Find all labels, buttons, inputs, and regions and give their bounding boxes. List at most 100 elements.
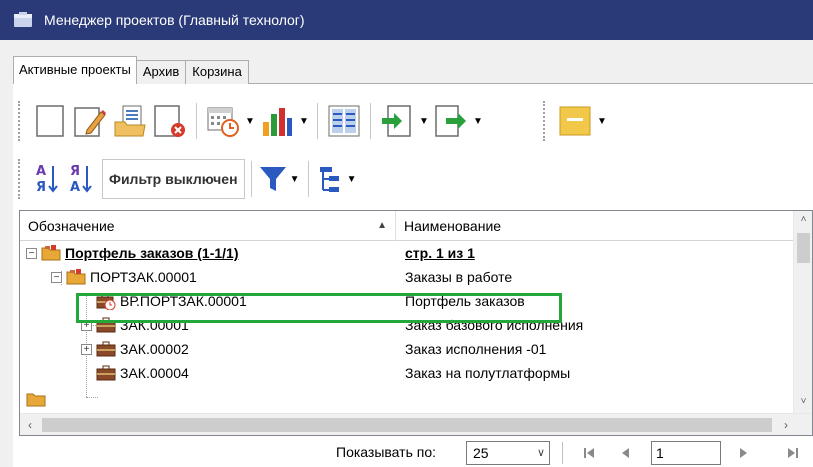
edit-button[interactable] — [70, 101, 110, 141]
scroll-up-icon[interactable]: ˄ — [794, 211, 813, 229]
page-size-value: 25 — [473, 445, 489, 461]
last-page-icon — [788, 448, 798, 458]
bar-chart-icon — [263, 108, 292, 136]
chevron-down-icon: ∨ — [536, 447, 545, 459]
tree-node: ЗАК.00004 — [96, 361, 189, 385]
sort-za-icon: Я A — [70, 164, 92, 195]
column-header-designation[interactable]: Обозначение ▲ — [20, 211, 396, 241]
page-size-label: Показывать по: — [336, 444, 437, 460]
toolbar-grip[interactable] — [543, 101, 547, 141]
schedule-dropdown[interactable]: ▼ — [243, 101, 257, 141]
export-arrow-icon — [435, 105, 466, 137]
first-page-icon — [584, 448, 594, 458]
toolbar-separator — [370, 103, 371, 139]
last-page-button[interactable] — [782, 442, 804, 464]
cell-designation — [20, 385, 396, 409]
toolbar-grip[interactable] — [18, 101, 22, 141]
next-page-icon — [740, 448, 747, 458]
title-bar: Менеджер проектов (Главный технолог) — [0, 0, 813, 40]
pager-separator — [562, 442, 563, 464]
svg-text:A: A — [70, 180, 80, 195]
row-name: Заказ исполнения -01 — [405, 341, 547, 357]
page-number-input[interactable]: 1 — [651, 441, 721, 465]
row-designation: ЗАК.00004 — [120, 365, 189, 381]
table-row[interactable]: ЗАК.00004 Заказ на полутлатформы — [20, 361, 794, 385]
next-page-button[interactable] — [733, 442, 755, 464]
import-dropdown[interactable]: ▼ — [417, 101, 431, 141]
previous-page-button[interactable] — [614, 442, 636, 464]
collapse-toggle[interactable]: − — [26, 247, 37, 259]
filter-dropdown[interactable]: ▼ — [288, 159, 302, 199]
row-designation: ПОРТЗАК.00001 — [90, 269, 197, 285]
archive-button[interactable] — [555, 101, 595, 141]
table-row[interactable]: − ПОРТЗАК.00001 Заказы в работе — [20, 265, 794, 289]
cell-designation: ЗАК.00004 — [20, 361, 396, 385]
column-header-name[interactable]: Наименование — [396, 211, 794, 241]
portfolio-folder-icon — [41, 245, 61, 261]
filter-status-label[interactable]: Фильтр выключен — [102, 159, 245, 199]
portfolio-folder-icon — [66, 269, 86, 285]
tab-archive[interactable]: Архив — [135, 60, 187, 84]
columns-button[interactable] — [324, 101, 364, 141]
sort-az-icon: A Я — [36, 164, 58, 195]
horizontal-scroll-thumb[interactable] — [42, 418, 772, 432]
toolbar-separator — [307, 161, 309, 197]
sort-descending-button[interactable]: Я A — [64, 159, 98, 199]
cell-designation: − Портфель заказов (1-1/1) — [20, 241, 396, 265]
horizontal-scrollbar[interactable]: ‹ › — [20, 413, 812, 435]
page-size-select[interactable]: 25 ∨ — [466, 441, 550, 465]
vertical-scroll-thumb[interactable] — [797, 233, 810, 263]
scroll-left-icon[interactable]: ‹ — [20, 414, 40, 436]
tab-strip: Активные проекты Архив Корзина — [13, 56, 249, 84]
import-arrow-icon — [382, 105, 411, 137]
chart-dropdown[interactable]: ▼ — [297, 101, 311, 141]
open-folder-button[interactable] — [110, 101, 150, 141]
import-button[interactable] — [377, 101, 417, 141]
schedule-button[interactable] — [203, 101, 243, 141]
sort-ascending-indicator-icon: ▲ — [377, 220, 387, 231]
tab-active-projects[interactable]: Активные проекты — [13, 56, 137, 84]
export-dropdown[interactable]: ▼ — [471, 101, 485, 141]
edit-pencil-icon — [74, 107, 106, 137]
scroll-down-icon[interactable]: ˅ — [794, 393, 813, 411]
toolbar-separator — [317, 103, 318, 139]
archive-box-icon — [559, 106, 591, 136]
new-document-button[interactable] — [30, 101, 70, 141]
tree-view-dropdown[interactable]: ▼ — [345, 159, 359, 199]
folder-document-icon — [114, 105, 146, 137]
delete-document-icon — [154, 105, 185, 137]
export-button[interactable] — [431, 101, 471, 141]
table-row[interactable]: − Портфель заказов (1-1/1) стр. 1 из 1 — [20, 241, 794, 265]
row-name: Заказы в работе — [405, 269, 513, 285]
toolbar-separator — [196, 103, 197, 139]
archive-dropdown[interactable]: ▼ — [595, 101, 609, 141]
chart-button[interactable] — [257, 101, 297, 141]
table-row[interactable]: + ЗАК.00002 Заказ исполнения -01 — [20, 337, 794, 361]
vertical-scrollbar[interactable]: ˄ ˅ — [793, 211, 812, 413]
column-header-label: Обозначение — [28, 218, 115, 234]
expand-toggle[interactable]: + — [81, 343, 92, 355]
tab-trash[interactable]: Корзина — [185, 60, 249, 84]
tree-structure-icon — [319, 167, 339, 192]
collapse-toggle[interactable]: − — [51, 271, 62, 283]
toolbar-separator — [250, 161, 252, 197]
tree-view-button[interactable] — [315, 159, 345, 199]
toolbar-grip[interactable] — [18, 159, 22, 199]
briefcase-icon — [96, 341, 116, 357]
app-icon — [14, 12, 32, 27]
first-page-button[interactable] — [578, 442, 600, 464]
table-row-partial[interactable] — [20, 385, 794, 409]
row-designation: Портфель заказов (1-1/1) — [65, 245, 239, 261]
blank-document-icon — [36, 105, 64, 137]
scroll-right-icon[interactable]: › — [776, 414, 796, 436]
filter-toolbar: A Я Я A Фильтр выключен ▼ ▼ — [18, 153, 359, 205]
filter-button[interactable] — [258, 159, 288, 199]
projects-tree-grid: Обозначение ▲ Наименование − Портфель за… — [19, 210, 813, 436]
briefcase-icon — [96, 365, 116, 381]
cell-designation: − ПОРТЗАК.00001 — [20, 265, 396, 289]
grid-header: Обозначение ▲ Наименование — [20, 211, 794, 241]
sort-ascending-button[interactable]: A Я — [30, 159, 64, 199]
delete-button[interactable] — [150, 101, 190, 141]
svg-text:A: A — [36, 164, 46, 179]
column-header-label: Наименование — [404, 218, 502, 234]
